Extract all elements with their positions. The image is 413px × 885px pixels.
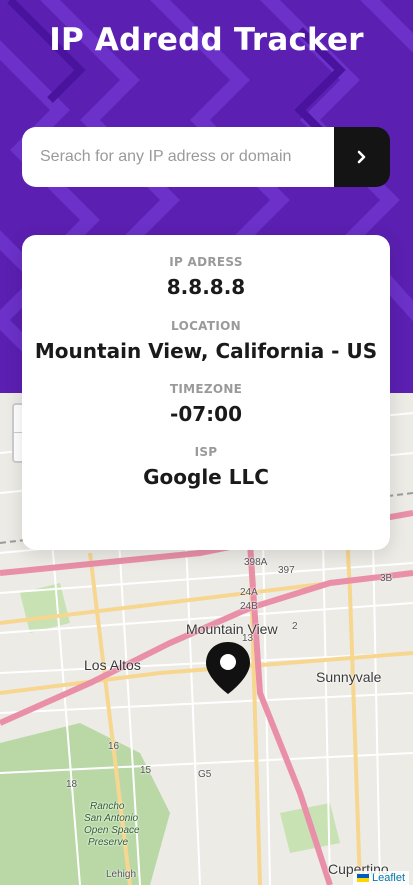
map-pin-icon <box>206 642 250 694</box>
search-input[interactable] <box>22 127 334 187</box>
place-label: Sunnyvale <box>316 669 382 685</box>
road-label: 18 <box>66 779 78 790</box>
place-label: Los Altos <box>84 657 141 673</box>
road-label: 398A <box>244 557 268 568</box>
ip-info-card: IP ADRESS 8.8.8.8 LOCATION Mountain View… <box>22 235 390 550</box>
timezone-value: -07:00 <box>170 402 242 426</box>
isp-block: ISP Google LLC <box>22 445 390 489</box>
road-label: 24A <box>240 587 258 598</box>
isp-label: ISP <box>194 445 218 459</box>
timezone-block: TIMEZONE -07:00 <box>22 382 390 426</box>
place-label: Open Space <box>84 825 140 836</box>
place-label: San Antonio <box>84 813 139 824</box>
ip-address-block: IP ADRESS 8.8.8.8 <box>22 255 390 299</box>
search-submit-button[interactable] <box>334 127 390 187</box>
chevron-right-icon <box>357 150 366 164</box>
isp-value: Google LLC <box>143 465 269 489</box>
place-label: Mountain View <box>186 621 278 637</box>
leaflet-link[interactable]: Leaflet <box>372 872 405 884</box>
location-marker[interactable] <box>204 640 252 700</box>
page-title: IP Adredd Tracker <box>49 22 364 58</box>
road-label: 397 <box>278 565 295 576</box>
road-label: 16 <box>108 741 120 752</box>
ip-address-label: IP ADRESS <box>169 255 243 269</box>
road-label: 24B <box>240 601 258 612</box>
road-label: 15 <box>140 765 152 776</box>
road-label: 2 <box>292 621 298 632</box>
location-block: LOCATION Mountain View, California - US <box>22 319 390 363</box>
location-label: LOCATION <box>171 319 241 333</box>
road-label: 3B <box>380 573 393 584</box>
ukraine-flag-icon <box>356 874 369 882</box>
place-label: Preserve <box>88 837 129 848</box>
place-label: Rancho <box>90 801 125 812</box>
place-label: Lehigh <box>106 869 137 880</box>
timezone-label: TIMEZONE <box>169 382 243 396</box>
map-attribution[interactable]: Leaflet <box>352 871 409 885</box>
road-label: G5 <box>198 769 212 780</box>
location-value: Mountain View, California - US <box>34 339 378 363</box>
ip-address-value: 8.8.8.8 <box>166 275 246 299</box>
search-bar <box>22 127 390 187</box>
